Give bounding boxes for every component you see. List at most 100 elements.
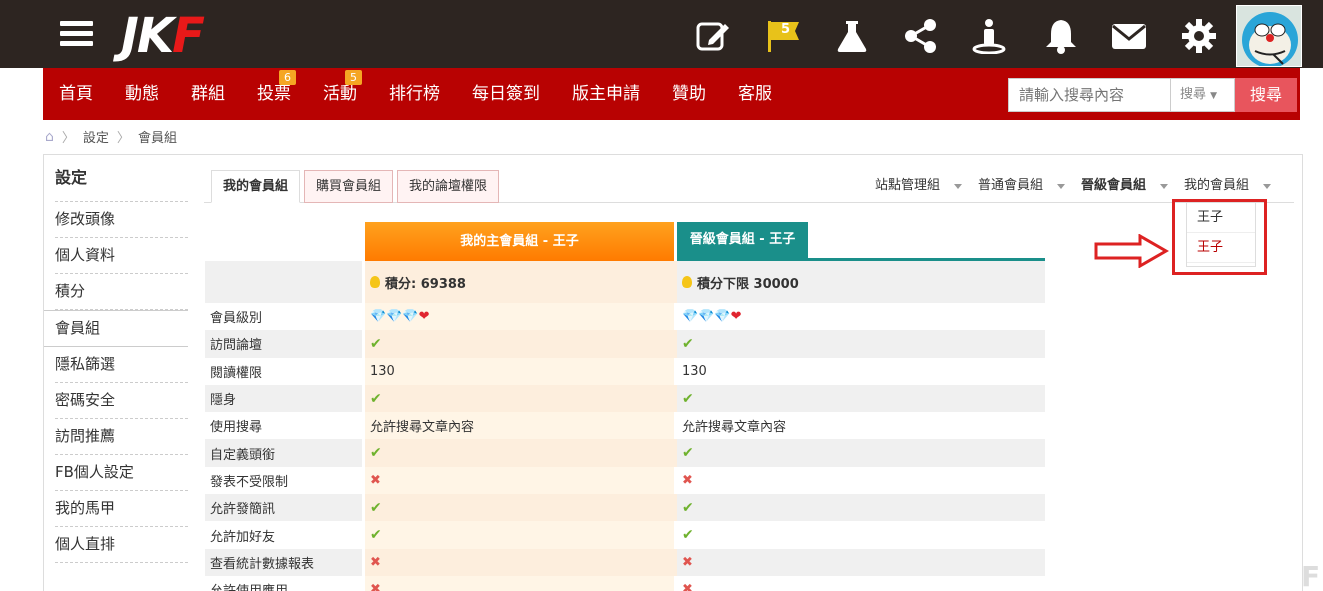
nav-label: 排行榜 [389, 84, 440, 104]
table-row: 允許發簡訊 ✔ ✔ [205, 494, 1045, 522]
vote-badge: 6 [279, 70, 296, 85]
nav-label: 活動 [323, 84, 357, 104]
table-row: 閱讀權限 130 130 [205, 358, 1045, 385]
sidebar-item-fb[interactable]: FB個人設定 [55, 455, 188, 491]
promotion-group-header[interactable]: 晉級會員組 - 王子 [677, 222, 808, 258]
logo-letter: F [172, 8, 205, 64]
table-cell: 允許搜尋文章內容 [370, 420, 475, 436]
person-icon[interactable] [971, 18, 1007, 54]
tab-forum-permissions[interactable]: 我的論壇權限 [397, 170, 500, 203]
nav-item-vote[interactable]: 投票 6 [241, 68, 307, 120]
sidebar-item-member-group[interactable]: 會員組 [44, 310, 188, 347]
flask-icon[interactable] [834, 18, 870, 54]
sidebar-item-points[interactable]: 積分 [55, 274, 188, 310]
check-icon: ✔ [682, 335, 694, 352]
table-cell: ✔ [677, 494, 1045, 522]
table-cell: ✔ [365, 384, 677, 413]
search-type-select[interactable]: 搜尋 ▼ [1171, 78, 1235, 112]
home-icon[interactable]: ⌂ [45, 129, 54, 145]
table-cell: ✖ [365, 576, 677, 591]
sidebar-item-avatar[interactable]: 修改頭像 [55, 202, 188, 238]
table-row: 隱身 ✔ ✔ [205, 384, 1045, 413]
nav-item-events[interactable]: 活動 5 [307, 68, 373, 120]
diamond-icon: 💎💎💎 [370, 309, 419, 325]
heart-icon: ❤ [730, 309, 742, 325]
table-cell: ✔ [365, 521, 677, 548]
search-button[interactable]: 搜尋 [1235, 78, 1297, 112]
chevron-down-icon: ▼ [1210, 91, 1218, 101]
breadcrumb-settings[interactable]: 設定 [83, 127, 109, 146]
tab-promotion-group[interactable]: 晉級會員組 [1081, 170, 1169, 202]
search-input[interactable] [1008, 78, 1171, 112]
watermark-letter: F [1301, 560, 1321, 591]
highlight-box [1172, 199, 1267, 275]
bulb-icon [370, 276, 380, 288]
nav-item-feed[interactable]: 動態 [109, 68, 175, 120]
table-cell: 130 [370, 363, 395, 379]
share-icon[interactable] [903, 18, 939, 54]
cross-icon: ✖ [370, 554, 381, 570]
table-row: 允許加好友 ✔ ✔ [205, 521, 1045, 548]
points-row: 積分: 69388 積分下限 30000 [205, 261, 1045, 303]
table-cell: ✔ [677, 439, 1045, 467]
table-cell: ✔ [677, 521, 1045, 548]
nav-item-moderator[interactable]: 版主申請 [556, 68, 656, 120]
nav-label: 版主申請 [572, 84, 640, 104]
gear-icon[interactable] [1181, 18, 1217, 54]
tab-my-group-dropdown[interactable]: 我的會員組 [1184, 170, 1272, 202]
avatar[interactable] [1236, 5, 1302, 67]
tab-label: 普通會員組 [978, 178, 1044, 193]
permissions-table: 積分: 69388 積分下限 30000 會員級別 💎💎💎 ❤ 💎💎💎 ❤ 訪問論壇 ✔ ✔ 閱… [205, 261, 1045, 591]
cross-icon: ✖ [370, 472, 381, 488]
nav-label: 贊助 [672, 84, 706, 104]
breadcrumb-sep: 〉 [116, 131, 130, 146]
nav-item-checkin[interactable]: 每日簽到 [456, 68, 556, 120]
tab-my-group[interactable]: 我的會員組 [211, 170, 301, 203]
tab-label: 站點管理組 [875, 178, 941, 193]
tab-regular-group[interactable]: 普通會員組 [978, 170, 1066, 202]
nav-item-support[interactable]: 客服 [722, 68, 788, 120]
nav-item-sponsor[interactable]: 贊助 [656, 68, 722, 120]
edit-icon[interactable] [695, 18, 731, 54]
nav-label: 每日簽到 [472, 84, 540, 104]
menu-icon[interactable] [60, 21, 93, 47]
mail-icon[interactable] [1111, 18, 1147, 54]
breadcrumb-member-group[interactable]: 會員組 [138, 127, 177, 146]
nav-item-ranking[interactable]: 排行榜 [373, 68, 456, 120]
sidebar-item-password[interactable]: 密碼安全 [55, 383, 188, 419]
tab-admin-group[interactable]: 站點管理組 [875, 170, 963, 202]
tab-buy-group[interactable]: 購買會員組 [304, 170, 394, 203]
row-label: 允許發簡訊 [205, 494, 362, 522]
heart-icon: ❤ [418, 309, 430, 325]
sidebar-item-referral[interactable]: 訪問推薦 [55, 419, 188, 455]
row-label: 發表不受限制 [210, 474, 289, 490]
table-cell: 130 [682, 363, 707, 379]
group-type-tabs: 站點管理組 普通會員組 晉級會員組 我的會員組 [875, 170, 1272, 202]
row-label: 使用搜尋 [210, 420, 263, 436]
nav-item-home[interactable]: 首頁 [43, 68, 109, 120]
bell-icon[interactable] [1043, 18, 1079, 54]
nav-label: 群組 [191, 84, 225, 104]
logo-letter: J [121, 8, 139, 64]
site-logo[interactable]: J K F [121, 8, 205, 64]
table-cell: ✖ [677, 548, 1045, 576]
table-cell: 積分下限 30000 [677, 261, 1045, 303]
table-row: 發表不受限制 ✖ ✖ [205, 467, 1045, 494]
table-cell: ✔ [365, 330, 677, 358]
table-cell: ✖ [677, 576, 1045, 591]
sidebar-item-privacy[interactable]: 隱私篩選 [55, 347, 188, 383]
flag-icon[interactable]: 5 [766, 18, 802, 54]
tab-label: 我的會員組 [1184, 178, 1250, 193]
check-icon: ✔ [370, 527, 382, 544]
table-row: 使用搜尋 允許搜尋文章內容 允許搜尋文章內容 [205, 412, 1045, 439]
table-cell: 允許搜尋文章內容 [682, 420, 787, 436]
sidebar-item-vertical-layout[interactable]: 個人直排 [55, 527, 188, 563]
cross-icon: ✖ [682, 582, 693, 591]
sidebar-item-alt-accounts[interactable]: 我的馬甲 [55, 491, 188, 527]
nav-item-groups[interactable]: 群組 [175, 68, 241, 120]
check-icon: ✔ [370, 335, 382, 352]
sidebar-item-profile[interactable]: 個人資料 [55, 238, 188, 274]
table-cell: ✔ [677, 384, 1045, 413]
points-value: 積分: 69388 [385, 276, 466, 292]
row-label: 允許加好友 [210, 529, 276, 545]
